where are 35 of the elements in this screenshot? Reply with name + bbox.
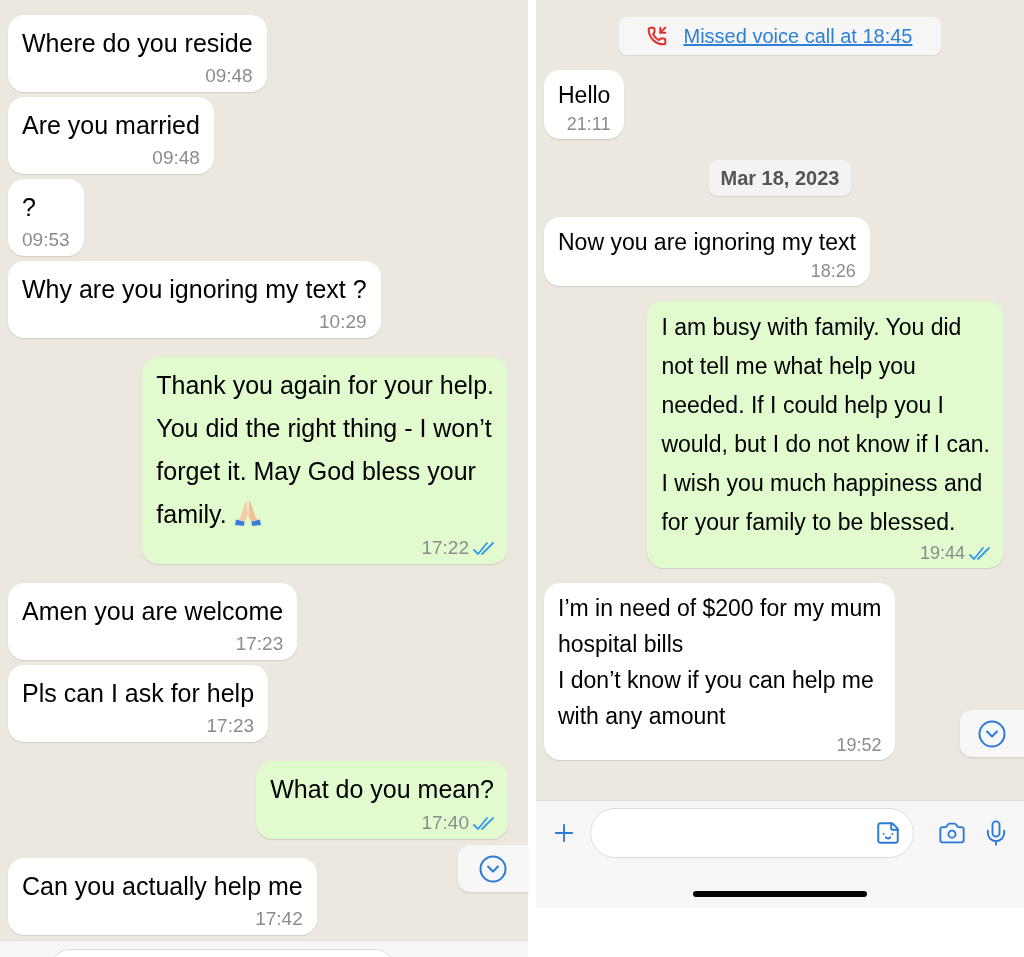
message-time: 09:53 [22, 228, 70, 252]
chevron-down-icon [478, 853, 508, 884]
message-text: Can you actually help me [22, 871, 303, 902]
message-text: Where do you reside [22, 28, 253, 59]
message-time: 19:52 [836, 734, 882, 756]
date-label: Mar 18, 2023 [708, 160, 852, 196]
chevron-down-icon [977, 718, 1007, 749]
message-time: 19:44 [919, 542, 965, 564]
message-time: 17:40 [421, 811, 469, 835]
message-time: 17:42 [255, 907, 303, 931]
missed-call-link[interactable]: Missed voice call at 18:45 [683, 21, 913, 51]
message-text: What do you mean? [270, 774, 494, 805]
message-text: Now you are ignoring my text [558, 228, 856, 257]
message-text: Hello [558, 81, 611, 110]
message-time: 18:26 [810, 260, 856, 282]
message-text: Why are you ignoring my text ? [22, 274, 367, 305]
message-text: I am busy with family. You did not tell me what help you needed. If I could help you I would, but I do not know if I can. I wish you much happiness and for your family to be blessed. [661, 313, 990, 537]
sticker-icon[interactable] [875, 820, 901, 846]
message-time: 09:48 [152, 146, 200, 170]
message-text: Pls can I ask for help [22, 678, 255, 709]
message-time: 21:11 [566, 113, 611, 135]
message-text: Thank you again for your help. You did the right thing - I won’t forget it. May God bless your family. [156, 370, 494, 530]
message-text: ? [22, 192, 37, 223]
message-time: 09:48 [205, 64, 253, 88]
message-text: Amen you are welcome [22, 596, 284, 627]
message-time: 17:22 [421, 536, 469, 560]
scroll-down-button[interactable] [458, 845, 528, 892]
message-text: Are you married [22, 110, 200, 141]
scroll-down-button[interactable] [960, 710, 1024, 757]
message-time: 17:23 [235, 632, 284, 656]
message-text: I’m in need of $200 for my mum hospital bills I don’t know if you can help me with any amount [558, 594, 882, 731]
message-time: 17:23 [206, 714, 255, 738]
input-field[interactable] [590, 808, 914, 858]
phone-icon [647, 26, 668, 46]
message-time: 10:29 [319, 310, 367, 334]
